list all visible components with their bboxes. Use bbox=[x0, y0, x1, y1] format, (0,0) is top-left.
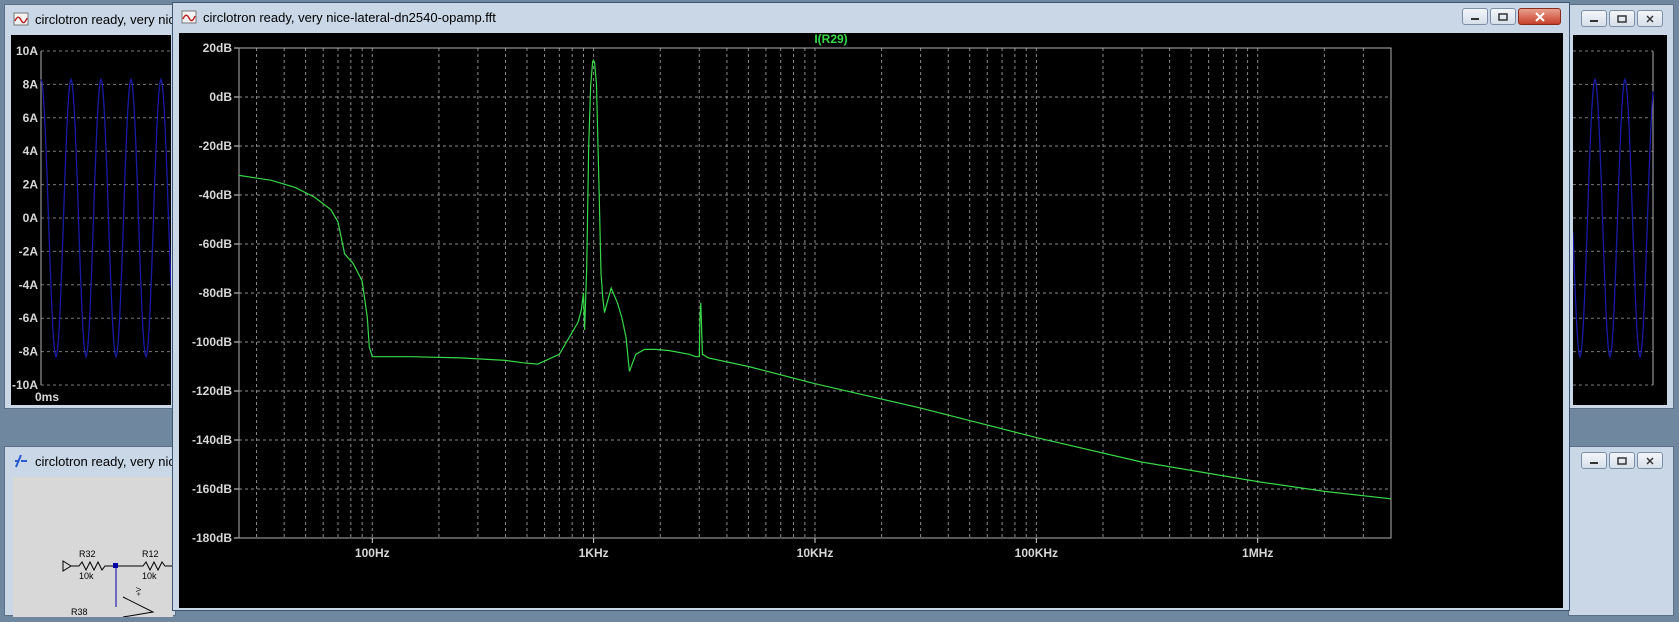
plot-background bbox=[179, 33, 1563, 608]
back-right-plot-area bbox=[1572, 35, 1667, 405]
fft-window-controls bbox=[1462, 8, 1561, 25]
x-tick-label: 10KHz bbox=[797, 546, 834, 560]
y-tick-label: -160dB bbox=[192, 482, 232, 496]
x-tick-label: 100Hz bbox=[355, 546, 390, 560]
back-left-window[interactable]: circlotron ready, very nice- 10A 8A 6A 4A 2A… bbox=[4, 4, 176, 409]
x-tick-label: 100KHz bbox=[1015, 546, 1058, 560]
close-button[interactable] bbox=[1637, 10, 1663, 27]
back-y-tick-label: 8A bbox=[23, 77, 39, 91]
minimize-icon bbox=[1590, 461, 1598, 464]
close-icon bbox=[1646, 14, 1654, 23]
minimize-button[interactable] bbox=[1581, 10, 1607, 27]
fft-window[interactable]: circlotron ready, very nice-lateral-dn25… bbox=[172, 2, 1570, 611]
back-right-controls bbox=[1581, 10, 1663, 27]
schematic-title: circlotron ready, very nice- bbox=[35, 453, 175, 469]
opamp-icon[interactable] bbox=[122, 596, 155, 618]
close-icon bbox=[1646, 456, 1654, 465]
resistor-r32[interactable] bbox=[71, 560, 113, 572]
x-tick-label: 1KHz bbox=[579, 546, 609, 560]
maximize-icon bbox=[1498, 12, 1508, 21]
y-tick-label: -120dB bbox=[192, 384, 232, 398]
x-tick-label: 1MHz bbox=[1242, 546, 1273, 560]
back-right-window[interactable] bbox=[1568, 4, 1674, 409]
label-r12-value: 10k bbox=[142, 571, 157, 581]
maximize-icon bbox=[1617, 456, 1627, 465]
back-y-tick-label: 10A bbox=[16, 44, 38, 58]
fft-titlebar[interactable]: circlotron ready, very nice-lateral-dn25… bbox=[173, 3, 1569, 31]
back-x-tick-label: 0ms bbox=[35, 390, 59, 404]
back-y-tick-label: -2A bbox=[19, 244, 39, 258]
back-y-tick-label: 0A bbox=[23, 211, 39, 225]
schematic-window[interactable]: circlotron ready, very nice- R32 10k R12… bbox=[4, 446, 176, 618]
y-tick-label: -20dB bbox=[199, 139, 233, 153]
y-tick-label: -40dB bbox=[199, 188, 233, 202]
back-plot-svg: 10A8A6A4A2A0A-2A-4A-6A-8A-10A0ms bbox=[12, 44, 172, 404]
ground-terminal-icon bbox=[62, 560, 72, 572]
minimize-button[interactable] bbox=[1581, 452, 1607, 469]
back-y-tick-label: 2A bbox=[23, 178, 39, 192]
maximize-icon bbox=[1617, 14, 1627, 23]
label-vplus: +V bbox=[136, 587, 143, 596]
fft-title: circlotron ready, very nice-lateral-dn25… bbox=[203, 9, 496, 25]
label-r32: R32 bbox=[79, 549, 96, 559]
y-tick-label: -140dB bbox=[192, 433, 232, 447]
schematic-svg: R32 10k R12 10k R38 +V bbox=[62, 549, 173, 618]
back-right-plot-svg bbox=[1572, 50, 1654, 386]
y-tick-label: 20dB bbox=[203, 41, 233, 55]
back-right-schematic-window[interactable] bbox=[1568, 446, 1674, 616]
waveform-app-icon bbox=[181, 9, 197, 25]
back-y-tick-label: 4A bbox=[23, 144, 39, 158]
label-r32-value: 10k bbox=[79, 571, 94, 581]
resistor-r12[interactable] bbox=[118, 560, 173, 572]
back-left-title: circlotron ready, very nice- bbox=[35, 11, 175, 27]
minimize-icon bbox=[1590, 19, 1598, 22]
close-button[interactable] bbox=[1518, 8, 1561, 25]
back-y-tick-label: -6A bbox=[19, 311, 39, 325]
schematic-app-icon bbox=[13, 453, 29, 469]
y-tick-label: -60dB bbox=[199, 237, 233, 251]
back-plot-area[interactable]: 10A 8A 6A 4A 2A 0A -2A -4A -6A -8A -10A 0ms bbox=[11, 35, 172, 405]
label-r12: R12 bbox=[142, 549, 159, 559]
schematic-titlebar[interactable]: circlotron ready, very nice- bbox=[5, 447, 175, 475]
close-icon bbox=[1534, 11, 1545, 22]
fft-plot-area[interactable]: 100Hz 1KHz 10KHz 100KHz 1MHz 20dB 0dB -20dB -40d… bbox=[179, 32, 1563, 608]
back-y-tick-label: -8A bbox=[19, 345, 39, 359]
waveform-app-icon bbox=[13, 11, 29, 27]
maximize-button[interactable] bbox=[1490, 8, 1516, 25]
back-y-tick-label: -4A bbox=[19, 278, 39, 292]
minimize-icon bbox=[1471, 17, 1479, 20]
maximize-button[interactable] bbox=[1609, 452, 1635, 469]
y-tick-label: -80dB bbox=[199, 286, 233, 300]
chart-title: I(R29) bbox=[814, 33, 847, 46]
label-r38: R38 bbox=[71, 607, 88, 617]
y-tick-label: -100dB bbox=[192, 335, 232, 349]
back-left-titlebar[interactable]: circlotron ready, very nice- bbox=[5, 5, 175, 33]
minimize-button[interactable] bbox=[1462, 8, 1488, 25]
close-button[interactable] bbox=[1637, 452, 1663, 469]
y-tick-label: 0dB bbox=[209, 90, 232, 104]
junction-node bbox=[113, 563, 118, 568]
schematic-canvas[interactable]: R32 10k R12 10k R38 +V bbox=[13, 477, 173, 618]
y-tick-label: -180dB bbox=[192, 531, 232, 545]
maximize-button[interactable] bbox=[1609, 10, 1635, 27]
back-right-schematic-controls bbox=[1581, 452, 1663, 469]
back-y-tick-label: 6A bbox=[23, 111, 39, 125]
fft-chart[interactable]: 100Hz 1KHz 10KHz 100KHz 1MHz 20dB 0dB -20dB -40d… bbox=[179, 32, 1563, 608]
